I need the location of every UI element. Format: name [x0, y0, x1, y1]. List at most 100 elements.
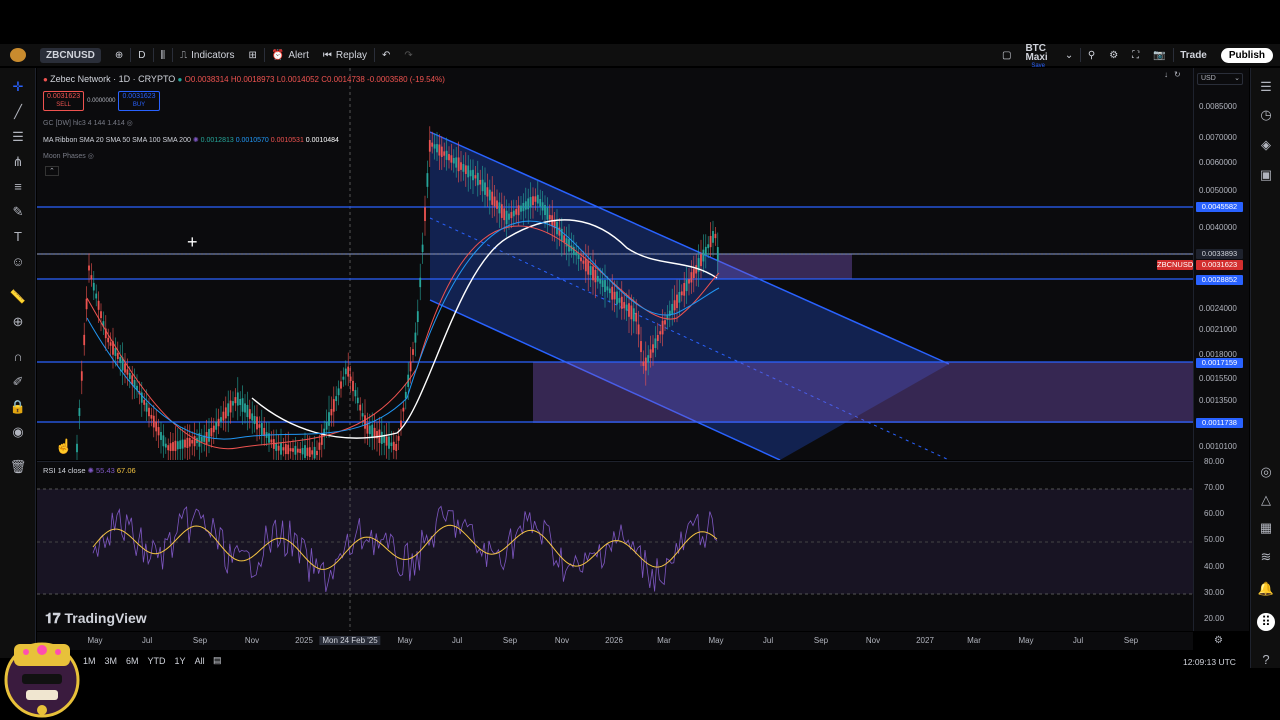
- trendline-icon[interactable]: ╱: [9, 103, 27, 121]
- candle-body: [481, 179, 484, 192]
- indicators-button[interactable]: ⎍ Indicators: [173, 44, 241, 66]
- horizontal-lines-icon[interactable]: ☰: [9, 128, 27, 146]
- time-scale-settings-icon[interactable]: ⚙: [1214, 635, 1223, 646]
- range-button-ytd[interactable]: YTD: [148, 656, 166, 666]
- brush-icon[interactable]: ✎: [9, 203, 27, 221]
- layers-icon[interactable]: ◈: [1257, 136, 1275, 154]
- alerts-clock-icon[interactable]: ◷: [1257, 106, 1275, 124]
- time-tick-label: Sep: [1123, 636, 1139, 645]
- avatar[interactable]: [0, 44, 33, 66]
- currency-select[interactable]: USD ⌄: [1197, 73, 1243, 85]
- candle-body: [424, 207, 426, 222]
- candle-body: [128, 373, 131, 379]
- chat-icon[interactable]: ▣: [1257, 166, 1275, 184]
- sell-button[interactable]: 0.0031623 SELL: [43, 91, 85, 111]
- layout-icon[interactable]: ▢: [995, 44, 1018, 66]
- crosshair-icon[interactable]: ✛: [9, 78, 27, 96]
- ma-ribbon-legend[interactable]: MA Ribbon SMA 20 SMA 50 SMA 100 SMA 200 …: [43, 136, 339, 144]
- arrow-down-icon[interactable]: ↓: [1164, 70, 1168, 79]
- pitchfork-icon[interactable]: ⋔: [9, 153, 27, 171]
- emoji-icon[interactable]: ☺: [9, 253, 27, 271]
- watchlist-icon[interactable]: ☰: [1257, 78, 1275, 96]
- rsi-pane[interactable]: RSI 14 close ✺ 55.43 67.06 𝟏𝟕 TradingVie…: [37, 461, 1193, 631]
- compare-icon[interactable]: ⊕: [108, 44, 130, 66]
- lock-icon[interactable]: 🔒: [9, 398, 27, 416]
- price-scale[interactable]: USD ⌄ 0.0085000 0.0070000 0.0060000 0.00500…: [1157, 68, 1249, 631]
- trash-icon[interactable]: 🗑: [9, 458, 27, 476]
- time-scale[interactable]: May Jul Sep Nov 2025 Mon 24 Feb '25 May Jul Sep N…: [37, 632, 1193, 650]
- chevron-down-icon[interactable]: ⌄: [1058, 44, 1080, 66]
- rsi-tick-label: 60.00: [1204, 509, 1225, 518]
- candle-body: [685, 279, 688, 292]
- range-button-1y[interactable]: 1Y: [175, 656, 186, 666]
- main-chart-pane[interactable]: ● Zebec Network · 1D · CRYPTO ● O0.00383…: [37, 68, 1193, 460]
- candle-body: [167, 445, 170, 451]
- candle-body: [318, 442, 321, 450]
- trade-button[interactable]: Trade: [1173, 44, 1214, 66]
- range-button-1m[interactable]: 1M: [83, 656, 96, 666]
- candle-body: [644, 357, 647, 371]
- streams-icon[interactable]: ≋: [1257, 548, 1275, 566]
- alert-button[interactable]: ⏰ Alert: [265, 44, 316, 66]
- ruler-icon[interactable]: 📏: [9, 288, 27, 306]
- candle-body: [126, 369, 129, 375]
- candle-body: [347, 366, 350, 377]
- notifications-bell-icon[interactable]: 🔔: [1257, 580, 1275, 598]
- publish-button-wrap[interactable]: Publish: [1214, 44, 1280, 66]
- settings-gear-icon[interactable]: ⚙: [1102, 44, 1125, 66]
- collapse-legend-button[interactable]: ⌃: [45, 166, 59, 176]
- eye-off-icon[interactable]: ◎: [88, 153, 94, 160]
- replay-button[interactable]: ⏮ Replay: [316, 44, 374, 66]
- text-icon[interactable]: T: [9, 228, 27, 246]
- fullscreen-icon[interactable]: ⛶: [1125, 44, 1146, 66]
- candle-type-icon[interactable]: ⫼: [154, 44, 173, 66]
- ideas-icon[interactable]: △: [1257, 491, 1275, 509]
- calendar-icon[interactable]: ▦: [1257, 519, 1275, 537]
- refresh-icon[interactable]: ↻: [1174, 70, 1181, 79]
- candle-body: [625, 304, 628, 311]
- range-button-all[interactable]: All: [195, 656, 205, 666]
- ma-val-50: 0.0010570: [235, 137, 269, 144]
- templates-icon[interactable]: ⊞: [241, 44, 263, 66]
- candle-body: [176, 441, 179, 450]
- candle-body: [448, 154, 450, 161]
- utc-clock[interactable]: 12:09:13 UTC: [1183, 657, 1236, 667]
- zoom-in-icon[interactable]: ⊕: [9, 313, 27, 331]
- candle-body: [628, 303, 630, 317]
- candle-body: [484, 182, 486, 195]
- magnet-icon[interactable]: ∩: [9, 348, 27, 366]
- hand-cursor-icon: ☝: [55, 438, 73, 454]
- gc-indicator-legend[interactable]: GC [DW] hlc3 4 144 1.414 ◎: [43, 119, 133, 127]
- candle-body: [352, 380, 354, 392]
- legend-title: Zebec Network · 1D · CRYPTO: [50, 74, 176, 84]
- settings-icon[interactable]: ✺: [88, 466, 94, 475]
- undo-icon[interactable]: ↶: [375, 44, 397, 66]
- apps-grid-icon[interactable]: ⠿: [1257, 613, 1275, 631]
- pencil-lock-icon[interactable]: ✐: [9, 373, 27, 391]
- symbol-search-button[interactable]: ZBCNUSD: [33, 44, 108, 66]
- candle-body: [251, 413, 254, 421]
- candle-body: [349, 376, 352, 382]
- camera-icon[interactable]: 📷: [1146, 44, 1172, 66]
- target-icon[interactable]: ◎: [1257, 463, 1275, 481]
- help-icon[interactable]: ?: [1257, 651, 1275, 669]
- redo-icon[interactable]: ↷: [397, 44, 419, 66]
- quick-search-icon[interactable]: ⚲: [1081, 44, 1102, 66]
- range-button-3m[interactable]: 3M: [105, 656, 118, 666]
- fib-icon[interactable]: ≡: [9, 178, 27, 196]
- drawing-toolbar: ✛ ╱ ☰ ⋔ ≡ ✎ T ☺ 📏 ⊕ ∩ ✐ 🔒 ◉ 🗑: [0, 68, 36, 658]
- eye-off-icon[interactable]: ◎: [127, 120, 133, 127]
- date-range-calendar-icon[interactable]: ▤: [213, 655, 222, 666]
- eye-icon[interactable]: ◉: [9, 423, 27, 441]
- settings-icon[interactable]: ✺: [193, 137, 199, 144]
- buy-button[interactable]: 0.0031623 BUY: [118, 91, 160, 111]
- layout-name-button[interactable]: BTC Maxi Save: [1018, 44, 1057, 70]
- time-tick-label: 2025: [295, 636, 313, 645]
- interval-button[interactable]: D: [131, 44, 152, 66]
- rsi-legend[interactable]: RSI 14 close ✺ 55.43 67.06: [43, 466, 136, 475]
- candle-body: [436, 144, 438, 153]
- range-button-6m[interactable]: 6M: [126, 656, 139, 666]
- candle-body: [479, 179, 482, 185]
- moon-phases-legend[interactable]: Moon Phases ◎: [43, 152, 94, 160]
- publish-button[interactable]: Publish: [1220, 47, 1273, 63]
